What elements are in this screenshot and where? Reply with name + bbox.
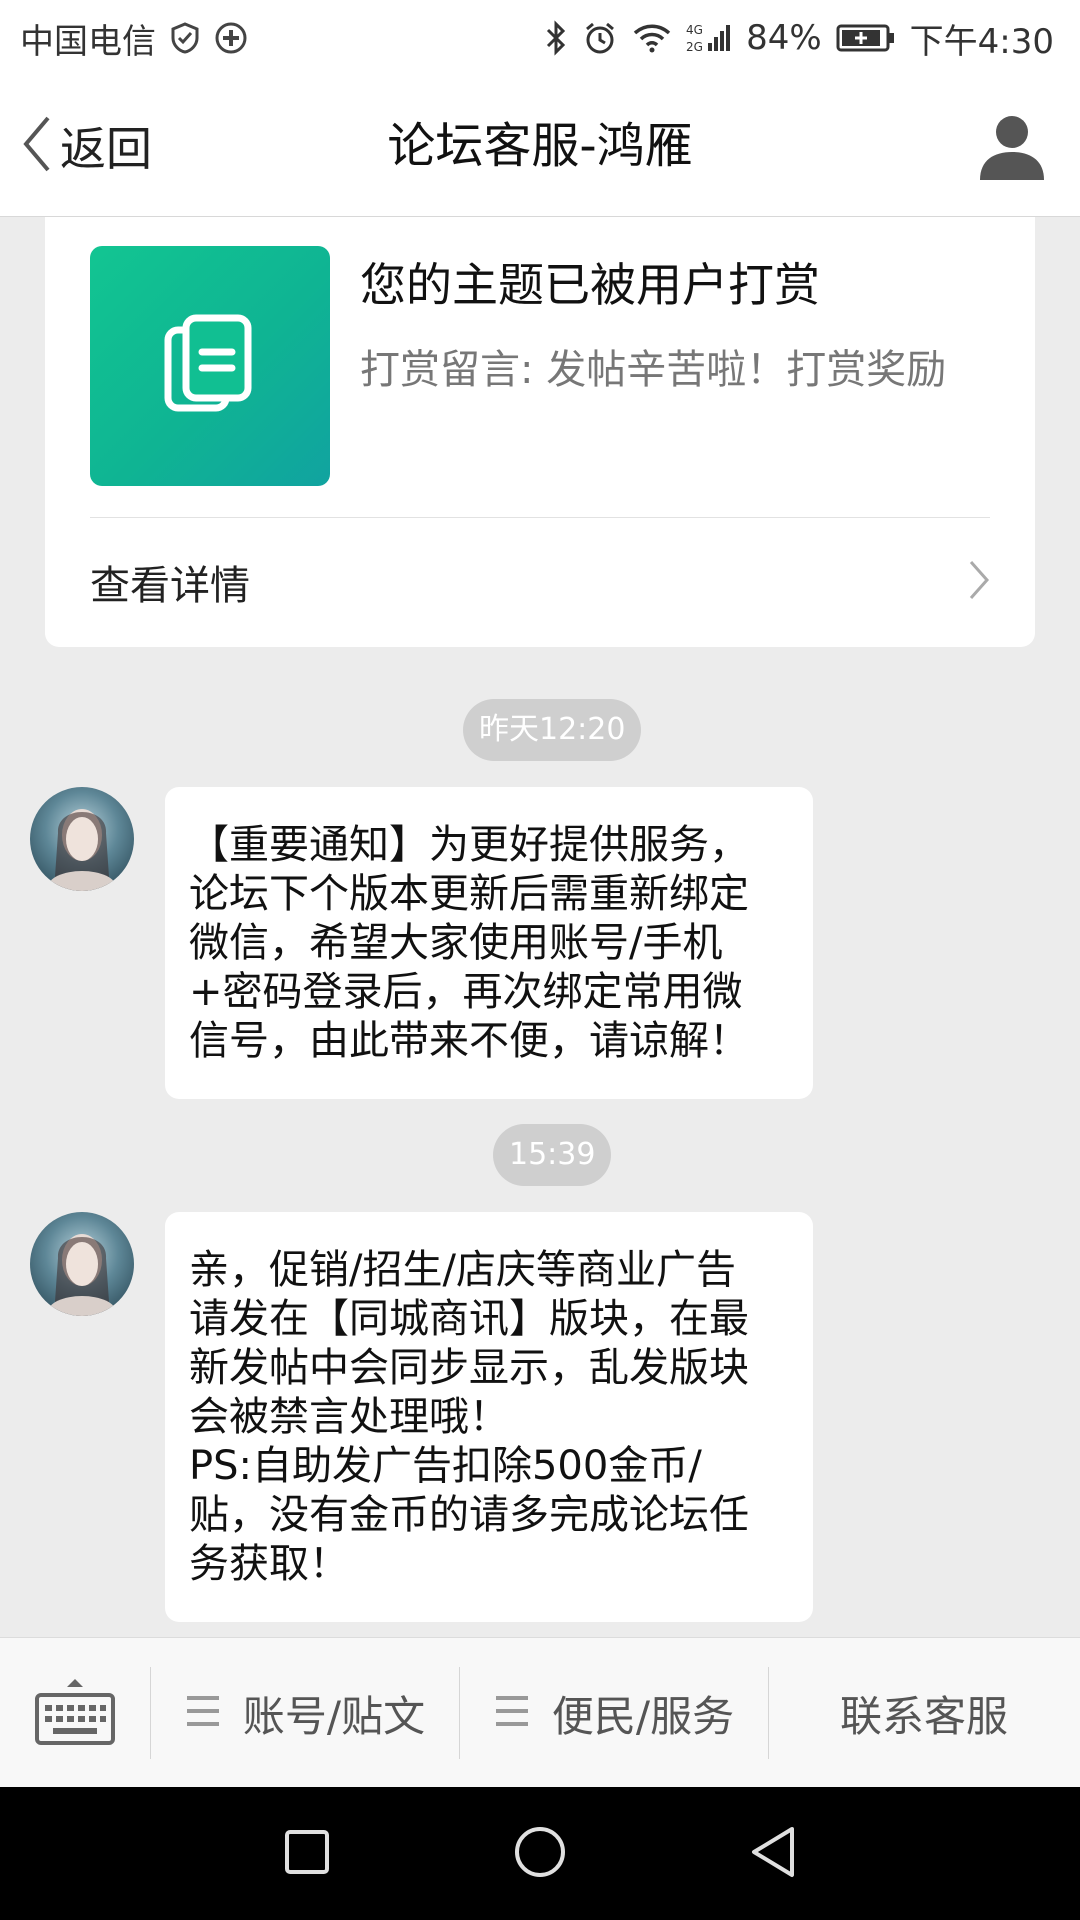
plus-circle-icon [214, 21, 248, 55]
timestamp-pill: 15:39 [493, 1124, 612, 1186]
status-bar: 中国电信 4G 2G 84% 下午4:30 [0, 0, 1080, 76]
svg-text:4G: 4G [686, 23, 703, 37]
shield-check-icon [168, 21, 202, 55]
avatar[interactable] [30, 787, 134, 891]
alarm-icon [582, 20, 618, 56]
bluetooth-icon [544, 20, 568, 56]
divider [90, 517, 990, 518]
system-back-button[interactable] [728, 1809, 818, 1899]
message-bubble[interactable]: 亲，促销/招生/店庆等商业广告 请发在【同城商讯】版块，在最 新发帖中会同步显示… [165, 1212, 813, 1622]
keyboard-icon [33, 1675, 117, 1751]
home-button[interactable] [495, 1809, 585, 1899]
nav-bar: 返回 论坛客服-鸿雁 [0, 76, 1080, 217]
menu-label: 账号/贴文 [242, 1691, 426, 1741]
menu-account-posts[interactable]: 账号/贴文 [151, 1638, 459, 1788]
bottom-menu: 账号/贴文 便民/服务 联系客服 [0, 1637, 1080, 1788]
battery-percent: 84% [746, 18, 822, 58]
menu-label: 便民/服务 [551, 1691, 735, 1741]
chat-area[interactable]: 您的主题已被用户打赏 打赏留言: 发帖辛苦啦！打赏奖励 查看详情 昨天12:20… [0, 217, 1080, 1637]
card-description: 打赏留言: 发帖辛苦啦！打赏奖励 [360, 347, 947, 393]
circle-icon [513, 1825, 567, 1883]
person-icon [974, 116, 1050, 188]
timestamp-pill: 昨天12:20 [463, 699, 642, 761]
svg-text:2G: 2G [686, 40, 703, 54]
view-details-label: 查看详情 [90, 563, 250, 609]
clock-time: 下午4:30 [909, 21, 1054, 62]
keyboard-toggle-button[interactable] [0, 1638, 150, 1788]
triangle-back-icon [748, 1825, 798, 1883]
signal-icon: 4G 2G [686, 21, 732, 55]
menu-contact-support[interactable]: 联系客服 [769, 1638, 1079, 1788]
profile-button[interactable] [974, 108, 1050, 184]
menu-label: 联系客服 [839, 1691, 1008, 1741]
chevron-right-icon [968, 559, 990, 605]
carrier-label: 中国电信 [20, 21, 156, 62]
battery-icon [836, 23, 896, 53]
menu-convenience-services[interactable]: 便民/服务 [460, 1638, 768, 1788]
document-icon [162, 312, 258, 420]
square-icon [283, 1828, 331, 1880]
menu-lines-icon [494, 1689, 530, 1738]
card-title: 您的主题已被用户打赏 [360, 258, 820, 312]
wifi-icon [632, 22, 672, 54]
menu-lines-icon [185, 1689, 221, 1738]
avatar[interactable] [30, 1212, 134, 1316]
view-details-link[interactable]: 查看详情 [90, 519, 990, 643]
message-bubble[interactable]: 【重要通知】为更好提供服务， 论坛下个版本更新后需重新绑定 微信，希望大家使用账… [165, 787, 813, 1099]
reward-notification-card[interactable]: 您的主题已被用户打赏 打赏留言: 发帖辛苦啦！打赏奖励 查看详情 [45, 217, 1035, 647]
recents-button[interactable] [262, 1809, 352, 1899]
system-nav-bar [0, 1787, 1080, 1920]
page-title: 论坛客服-鸿雁 [387, 118, 693, 174]
card-thumbnail [90, 246, 330, 486]
